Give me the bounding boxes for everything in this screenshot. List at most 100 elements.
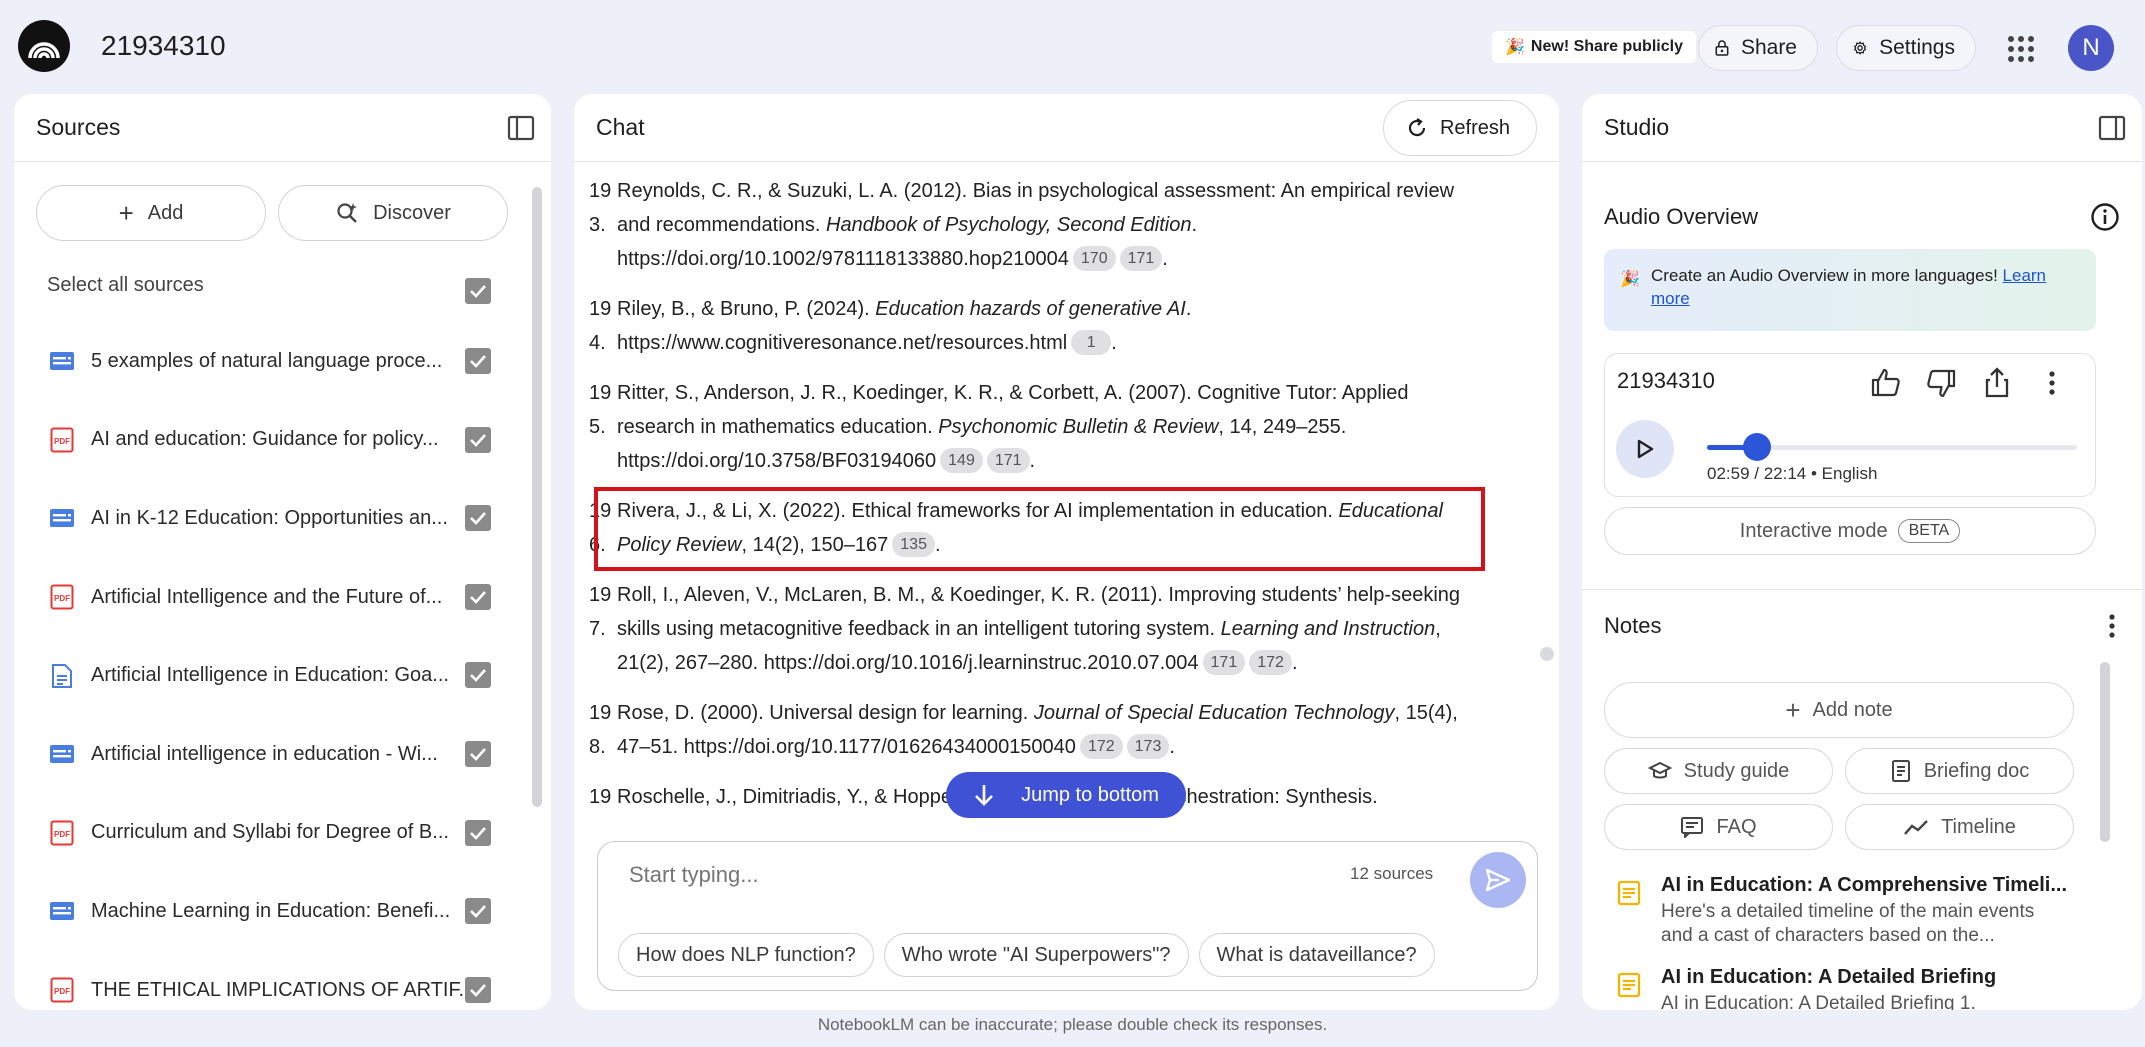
source-checkbox[interactable]: [465, 505, 491, 532]
sources-scrollbar[interactable]: [532, 187, 542, 807]
source-label: THE ETHICAL IMPLICATIONS OF ARTIF...: [91, 978, 476, 1001]
checkmark-icon: [470, 905, 486, 919]
note-subtitle: AI in Education: A Detailed Briefing 1.: [1661, 993, 1976, 1010]
studio-header: Studio: [1582, 94, 2142, 162]
checkmark-icon: [470, 433, 486, 447]
source-label: 5 examples of natural language proce...: [91, 349, 443, 372]
source-checkbox[interactable]: [465, 740, 491, 767]
source-checkbox[interactable]: [465, 819, 491, 846]
thumbs-up-icon[interactable]: [1869, 366, 1903, 400]
settings-button[interactable]: Settings: [1836, 25, 1976, 71]
citation-chip[interactable]: 1: [1071, 330, 1112, 355]
interactive-mode-button[interactable]: Interactive mode BETA: [1604, 507, 2096, 555]
checkmark-icon: [470, 590, 486, 604]
info-icon[interactable]: [2090, 202, 2120, 232]
refresh-button[interactable]: Refresh: [1382, 100, 1537, 156]
faq-label: FAQ: [1716, 815, 1757, 838]
citation-chip[interactable]: 172: [1249, 650, 1292, 675]
source-item[interactable]: Artificial Intelligence in Education: Go…: [14, 636, 524, 715]
source-item[interactable]: PDF AI and education: Guidance for policy…: [14, 401, 524, 480]
reference-item: 19 4. Riley, B., & Bruno, P. (2024). Educ…: [589, 292, 1469, 360]
suggestion-chip[interactable]: What is dataveillance?: [1198, 933, 1435, 977]
lock-icon: [1715, 40, 1729, 56]
svg-text:PDF: PDF: [54, 594, 70, 603]
reference-number: 19 3.: [589, 180, 612, 236]
source-checkbox[interactable]: [465, 662, 491, 689]
reference-end: .: [1162, 248, 1168, 270]
source-label: Machine Learning in Education: Benefi...: [91, 899, 451, 922]
faq-button[interactable]: FAQ: [1604, 804, 1833, 850]
promo-message: Create an Audio Overview in more languag…: [1651, 266, 2003, 285]
citation-chip[interactable]: 173: [1126, 734, 1170, 759]
notes-more-vert-icon[interactable]: [2100, 611, 2124, 641]
pdf-icon: PDF: [49, 977, 75, 1003]
citation-chip[interactable]: 171: [986, 448, 1030, 473]
select-all-checkbox[interactable]: [465, 278, 491, 304]
add-note-button[interactable]: + Add note: [1604, 682, 2074, 738]
collapse-panel-icon[interactable]: [507, 114, 535, 142]
source-item[interactable]: PDF THE ETHICAL IMPLICATIONS OF ARTIF...: [14, 951, 524, 1010]
source-item[interactable]: PDF Curriculum and Syllabi for Degree of …: [14, 794, 524, 873]
discover-button[interactable]: Discover: [278, 185, 508, 241]
play-button[interactable]: [1616, 420, 1674, 478]
collapse-panel-icon[interactable]: [2098, 114, 2126, 142]
citation-chip[interactable]: 170: [1072, 246, 1116, 271]
suggestion-chip[interactable]: Who wrote "AI Superpowers"?: [883, 933, 1189, 977]
document-icon: [1891, 760, 1910, 782]
source-item[interactable]: PDF Artificial Intelligence and the Futur…: [14, 558, 524, 637]
more-vert-icon[interactable]: [2035, 366, 2069, 400]
source-checkbox[interactable]: [465, 348, 491, 374]
citation-chip[interactable]: 149: [940, 448, 983, 473]
briefing-doc-label: Briefing doc: [1923, 759, 2030, 782]
source-item[interactable]: 5 examples of natural language proce...: [14, 322, 524, 401]
source-checkbox[interactable]: [465, 898, 491, 925]
settings-label: Settings: [1879, 36, 1955, 59]
reference-source: Psychonomic Bulletin & Review: [938, 416, 1219, 438]
source-checkbox[interactable]: [465, 976, 491, 1003]
reference-end: .: [1111, 332, 1117, 354]
chat-scrollbar[interactable]: [1540, 647, 1554, 661]
apps-grid-icon[interactable]: [2006, 34, 2036, 64]
audio-progress-knob[interactable]: [1742, 433, 1771, 461]
note-item[interactable]: AI in Education: A Detailed Briefing AI …: [1604, 966, 2064, 1010]
notebooklm-logo-icon[interactable]: [18, 20, 70, 72]
suggestion-chip[interactable]: How does NLP function?: [618, 933, 874, 977]
arrow-down-icon: [975, 785, 993, 806]
add-source-button[interactable]: + Add: [36, 185, 266, 241]
reference-item: 19 7. Roll, I., Aleven, V., McLaren, B. M…: [589, 578, 1469, 680]
source-checkbox[interactable]: [465, 583, 491, 610]
faq-icon: [1681, 817, 1704, 838]
web-page-icon: [49, 741, 75, 767]
notebook-title[interactable]: 21934310: [101, 30, 226, 62]
share-publicly-promo[interactable]: 🎉 New! Share publicly: [1492, 31, 1696, 63]
thumbs-down-icon[interactable]: [1924, 366, 1958, 400]
checkmark-icon: [470, 355, 486, 368]
sources-header: Sources: [14, 94, 551, 162]
web-page-icon: [49, 505, 75, 531]
source-item[interactable]: Artificial intelligence in education - W…: [14, 715, 524, 794]
reference-number: 19: [589, 786, 612, 808]
studio-scrollbar[interactable]: [2100, 662, 2110, 842]
send-button[interactable]: [1470, 852, 1526, 908]
beta-badge: BETA: [1897, 519, 1961, 543]
note-item[interactable]: AI in Education: A Comprehensive Timeli.…: [1604, 874, 2067, 946]
source-checkbox[interactable]: [465, 426, 491, 453]
briefing-doc-button[interactable]: Briefing doc: [1845, 748, 2074, 794]
study-guide-button[interactable]: Study guide: [1604, 748, 1833, 794]
share-button[interactable]: Share: [1698, 25, 1818, 71]
citation-chip[interactable]: 171: [1202, 650, 1246, 675]
audio-time: 02:59 / 22:14 • English: [1707, 464, 1878, 483]
share-export-icon[interactable]: [1980, 366, 2014, 400]
note-icon: [1617, 880, 1641, 906]
audio-progress-slider[interactable]: [1707, 433, 2077, 461]
avatar[interactable]: N: [2068, 25, 2114, 71]
citation-chip[interactable]: 171: [1119, 246, 1163, 271]
citation-chip[interactable]: 172: [1079, 734, 1123, 759]
note-title: AI in Education: A Comprehensive Timeli.…: [1661, 874, 2067, 896]
timeline-button[interactable]: Timeline: [1845, 804, 2074, 850]
chat-input[interactable]: [629, 862, 1309, 888]
source-item[interactable]: AI in K-12 Education: Opportunities an..…: [14, 479, 524, 558]
source-item[interactable]: Machine Learning in Education: Benefi...: [14, 872, 524, 951]
jump-to-bottom-button[interactable]: Jump to bottom: [946, 772, 1186, 818]
source-label: AI in K-12 Education: Opportunities an..…: [91, 506, 448, 529]
